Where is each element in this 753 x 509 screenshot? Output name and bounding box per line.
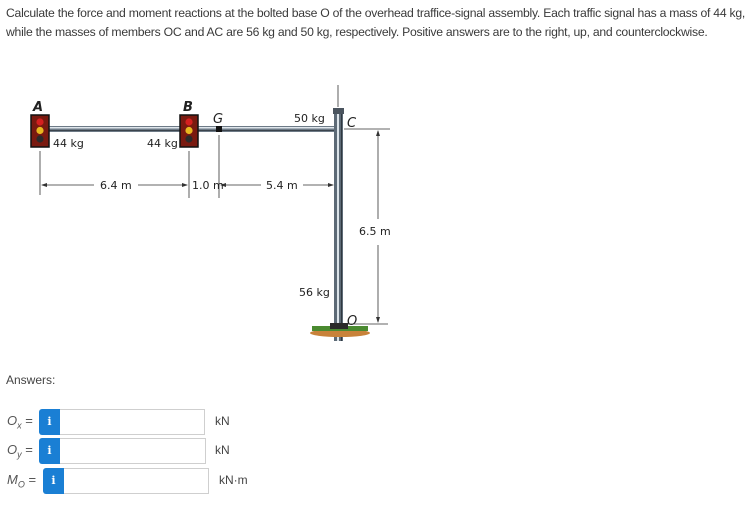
traffic-signal-A <box>30 114 50 148</box>
answers-heading: Answers: <box>6 373 56 387</box>
dimension-AB: 6.4 m <box>100 179 132 192</box>
mass-label-arm-AC: 50 kg <box>294 112 325 125</box>
dimension-OC-height: 6.5 m <box>359 225 391 238</box>
label-G: G <box>213 112 223 127</box>
mass-label-pole-OC: 56 kg <box>299 286 330 299</box>
unit-label-Ox: kN <box>215 414 230 428</box>
mass-label-signal-B: 44 kg <box>147 137 178 150</box>
label-A: A <box>32 100 43 115</box>
problem-statement: Calculate the force and moment reactions… <box>6 6 746 39</box>
answer-input-Oy[interactable] <box>60 438 206 464</box>
dimension-BG: 1.0 m <box>192 179 224 192</box>
answer-row-Ox: Ox = i kN <box>0 409 260 435</box>
dimension-GC: 5.4 m <box>266 179 298 192</box>
answer-row-Oy: Oy = i kN <box>0 438 260 464</box>
unit-label-Mo: kN·m <box>219 473 248 487</box>
unit-label-Oy: kN <box>215 443 230 457</box>
traffic-signal-B <box>179 114 199 148</box>
info-icon[interactable]: i <box>39 409 60 435</box>
answer-label-Mo: MO = <box>7 472 37 490</box>
answer-label-Oy: Oy = <box>7 442 33 460</box>
info-icon[interactable]: i <box>39 438 60 464</box>
info-icon[interactable]: i <box>43 468 64 494</box>
ground-base <box>310 323 370 337</box>
answer-input-Mo[interactable] <box>64 468 209 494</box>
traffic-signal-diagram: A B G C O 44 kg 44 kg 50 kg 56 kg 6.4 m … <box>30 85 391 341</box>
answer-label-Ox: Ox = <box>7 413 33 431</box>
mass-label-signal-A: 44 kg <box>53 137 84 150</box>
answer-row-Mo: MO = i kN·m <box>0 468 260 494</box>
answer-input-Ox[interactable] <box>60 409 205 435</box>
label-B: B <box>183 100 193 115</box>
pole-OC <box>333 108 344 341</box>
